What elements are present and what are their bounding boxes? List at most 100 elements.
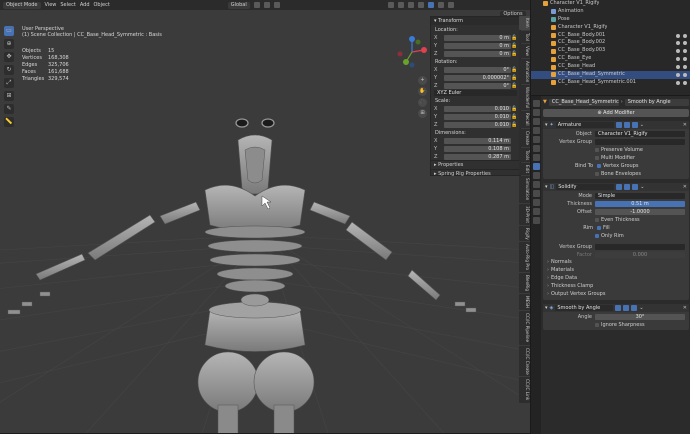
shading-rendered-icon[interactable] <box>447 2 454 8</box>
smooth-name-field[interactable]: Smooth by Angle <box>555 305 614 311</box>
select-tool-icon[interactable]: ▭ <box>4 26 14 36</box>
shading-solid-icon[interactable] <box>427 2 434 8</box>
tab-cc-create[interactable]: CC/IC Create <box>519 345 530 377</box>
camera-icon[interactable] <box>683 80 687 85</box>
thickness-field[interactable]: 0.51 m <box>595 200 685 207</box>
thickness-clamp-section[interactable]: › Thickness Clamp <box>543 283 689 290</box>
only-rim-checkbox[interactable] <box>595 233 599 238</box>
preserve-volume-checkbox[interactable] <box>595 147 599 152</box>
camera-icon[interactable] <box>683 49 687 54</box>
constraints-tab-icon[interactable] <box>532 190 540 197</box>
rotate-tool-icon[interactable]: ↻ <box>4 65 14 75</box>
move-tool-icon[interactable]: ✥ <box>4 52 14 62</box>
add-modifier-button[interactable]: ⊕ Add Modifier <box>543 109 689 117</box>
tab-auto-rig-pro[interactable]: Auto-Rig Pro <box>519 242 530 273</box>
eye-icon[interactable] <box>676 49 680 54</box>
rotation-x-field[interactable]: 0° <box>444 66 511 73</box>
lock-icon[interactable]: 🔓 <box>511 106 517 112</box>
tab-recall[interactable]: Recall <box>519 111 530 128</box>
edge-data-section[interactable]: › Edge Data <box>543 275 689 282</box>
factor-field[interactable]: 0.000 <box>595 251 685 258</box>
material-tab-icon[interactable] <box>532 208 540 215</box>
even-thickness-checkbox[interactable] <box>595 217 599 222</box>
chevron-down-icon[interactable]: ▾ <box>545 121 548 129</box>
location-x-field[interactable]: 0 m <box>444 34 511 41</box>
ignore-sharpness-checkbox[interactable] <box>595 322 599 327</box>
annotate-tool-icon[interactable]: ✎ <box>4 104 14 114</box>
chevron-down-icon[interactable]: ▾ <box>545 183 548 191</box>
scale-x-field[interactable]: 0.010 <box>444 105 511 112</box>
tab-simulation[interactable]: Simulation <box>519 176 530 203</box>
rotation-y-field[interactable]: 0.000002° <box>444 74 511 81</box>
smooth-header[interactable]: ▾ ◈ Smooth by Angle ⌄ ✕ <box>543 304 689 312</box>
eye-icon[interactable] <box>676 80 680 85</box>
eye-icon[interactable] <box>676 33 680 38</box>
transform-tool-icon[interactable]: ⊞ <box>4 91 14 101</box>
tab-edit[interactable]: Edit <box>519 163 530 176</box>
camera-icon[interactable]: 🎥 <box>418 98 427 107</box>
eye-icon[interactable] <box>676 57 680 62</box>
lock-icon[interactable]: 🔓 <box>511 83 517 89</box>
scale-z-field[interactable]: 0.010 <box>444 121 511 128</box>
close-icon[interactable]: ✕ <box>683 304 687 312</box>
scene-tab-icon[interactable] <box>532 136 540 143</box>
data-tab-icon[interactable] <box>532 199 540 206</box>
lock-icon[interactable]: 🔓 <box>511 75 517 81</box>
outliner-item[interactable]: CC_Base_Eye <box>531 55 690 63</box>
outliner-item[interactable]: CC_Base_Head <box>531 63 690 71</box>
location-y-field[interactable]: 0 m <box>444 42 511 49</box>
tab-create[interactable]: Create <box>519 128 530 147</box>
outliner-item[interactable]: Character V1_Rigify <box>531 0 690 8</box>
rotation-z-field[interactable]: 0° <box>444 82 511 89</box>
orientation-select[interactable]: Global <box>227 1 250 9</box>
eye-icon[interactable] <box>676 41 680 46</box>
edit-mode-toggle-icon[interactable] <box>615 305 622 311</box>
zoom-icon[interactable]: + <box>418 76 427 85</box>
particles-tab-icon[interactable] <box>532 172 540 179</box>
tab-cc-link[interactable]: CC/IC Link <box>519 377 530 403</box>
outliner-item[interactable]: CC_Base_Body.002 <box>531 39 690 47</box>
bone-envelopes-checkbox[interactable] <box>595 171 599 176</box>
eye-icon[interactable] <box>676 65 680 70</box>
xray-icon[interactable] <box>417 2 424 8</box>
navigation-gizmo[interactable] <box>394 34 430 70</box>
mode-select[interactable]: Object Mode <box>3 1 41 9</box>
texture-tab-icon[interactable] <box>532 217 540 224</box>
outliner-item[interactable]: CC_Base_Head_Symmetric.001 <box>531 79 690 87</box>
lock-icon[interactable]: 🔓 <box>511 122 517 128</box>
camera-icon[interactable] <box>683 41 687 46</box>
scale-y-field[interactable]: 0.010 <box>444 113 511 120</box>
solidify-mode-select[interactable]: Simple <box>595 192 685 199</box>
tab-wonderful[interactable]: Wonderful <box>519 84 530 111</box>
menu-icon[interactable]: ⌄ <box>640 183 644 191</box>
viewport-toggle-icon[interactable] <box>623 305 630 311</box>
modifier-tab-icon[interactable] <box>532 163 540 170</box>
camera-icon[interactable] <box>683 57 687 62</box>
scale-tool-icon[interactable]: ⤢ <box>4 78 14 88</box>
proportional-edit-icon[interactable] <box>273 2 280 8</box>
properties-panel-header[interactable]: ▸ Properties <box>431 160 520 169</box>
outliner-item[interactable]: Character V1_Rigify <box>531 24 690 32</box>
snap-icon[interactable] <box>263 2 270 8</box>
edit-mode-toggle-icon[interactable] <box>616 184 623 190</box>
camera-icon[interactable] <box>683 72 687 77</box>
edit-mode-toggle-icon[interactable] <box>615 122 622 128</box>
dimension-z-field[interactable]: 0.287 m <box>444 153 511 160</box>
angle-field[interactable]: 30° <box>595 313 685 320</box>
lock-icon[interactable]: 🔓 <box>511 43 517 49</box>
lock-icon[interactable]: 🔓 <box>511 67 517 73</box>
camera-icon[interactable] <box>683 33 687 38</box>
tab-blenrig[interactable]: BlenRig <box>519 273 530 294</box>
modifier-breadcrumb[interactable]: Smooth by Angle <box>624 98 689 106</box>
view-layer-tab-icon[interactable] <box>532 127 540 134</box>
eye-icon[interactable] <box>676 72 680 77</box>
lock-icon[interactable]: 🔓 <box>511 114 517 120</box>
solidify-vertex-group-field[interactable] <box>595 243 685 250</box>
menu-icon[interactable]: ⌄ <box>640 121 644 129</box>
physics-tab-icon[interactable] <box>532 181 540 188</box>
viewport-toggle-icon[interactable] <box>624 184 631 190</box>
spring-rig-panel-header[interactable]: ▸ Spring Rig Properties <box>431 169 520 178</box>
close-icon[interactable]: ✕ <box>683 183 687 191</box>
camera-icon[interactable] <box>683 65 687 70</box>
vertex-group-field[interactable] <box>595 138 685 145</box>
